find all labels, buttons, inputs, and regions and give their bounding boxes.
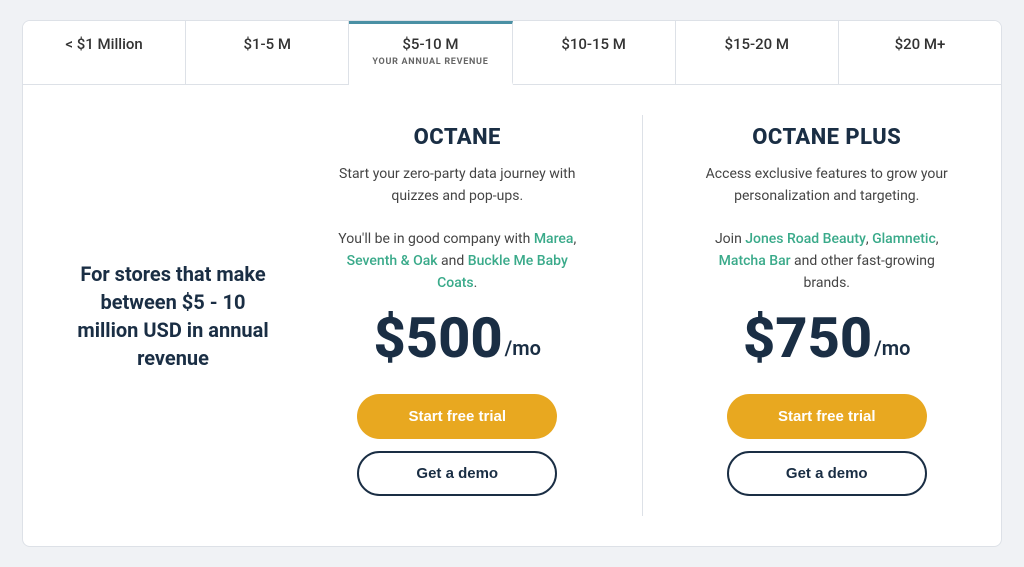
pricing-container: < $1 Million $1-5 M $5-10 M YOUR ANNUAL … [22,20,1002,547]
tab-lt1m[interactable]: < $1 Million [23,21,186,84]
octane-plus-get-demo-button[interactable]: Get a demo [727,451,927,496]
octane-start-trial-button[interactable]: Start free trial [357,394,557,439]
left-description: For stores that make between $5 - 10 mil… [43,115,303,516]
plan-octane-plus-price-value: $750 [743,310,872,366]
octane-plus-start-trial-button[interactable]: Start free trial [727,394,927,439]
plan-octane-desc: Start your zero-party data journey with … [333,164,582,294]
tab-label: $15-20 M [724,35,789,53]
octane-get-demo-button[interactable]: Get a demo [357,451,557,496]
plan-octane-plus: OCTANE PLUS Access exclusive features to… [673,115,982,516]
tab-sublabel: YOUR ANNUAL REVENUE [359,57,501,69]
tab-label: $10-15 M [561,35,626,53]
plan-octane-price-value: $500 [374,310,503,366]
plan-octane-plus-price-wrapper: $750/mo [743,310,910,370]
tab-label: < $1 Million [65,35,142,53]
tab-10to15m[interactable]: $10-15 M [513,21,676,84]
tab-5to10m[interactable]: $5-10 M YOUR ANNUAL REVENUE [349,21,512,85]
tab-label: $1-5 M [243,35,291,53]
plan-octane-desc-line1: Start your zero-party data journey with … [339,166,575,204]
plan-octane-title: OCTANE [414,125,501,150]
plans-divider [642,115,643,516]
tab-label: $20 M+ [895,35,946,53]
tab-1to5m[interactable]: $1-5 M [186,21,349,84]
tab-label: $5-10 M [402,35,458,53]
plans-wrapper: OCTANE Start your zero-party data journe… [303,115,981,516]
plan-octane-desc-line2: You'll be in good company with Marea, Se… [338,231,576,290]
plan-octane-plus-desc-line2: Join Jones Road Beauty, Glamnetic, Match… [715,231,939,290]
revenue-tabs: < $1 Million $1-5 M $5-10 M YOUR ANNUAL … [23,21,1001,85]
plan-octane-plus-desc: Access exclusive features to grow your p… [703,164,952,294]
pricing-content: For stores that make between $5 - 10 mil… [23,85,1001,546]
plan-octane-price: $500/mo [374,310,541,366]
tab-15to20m[interactable]: $15-20 M [676,21,839,84]
plan-octane-plus-desc-line1: Access exclusive features to grow your p… [706,166,948,204]
plan-octane-per-mo: /mo [505,338,541,358]
plan-octane-plus-title: OCTANE PLUS [752,125,901,150]
tab-20mplus[interactable]: $20 M+ [839,21,1001,84]
plan-octane: OCTANE Start your zero-party data journe… [303,115,612,516]
revenue-description-text: For stores that make between $5 - 10 mil… [73,260,273,372]
plan-octane-plus-price: $750/mo [743,310,910,366]
plan-octane-price-wrapper: $500/mo [374,310,541,370]
plan-octane-plus-per-mo: /mo [874,338,910,358]
